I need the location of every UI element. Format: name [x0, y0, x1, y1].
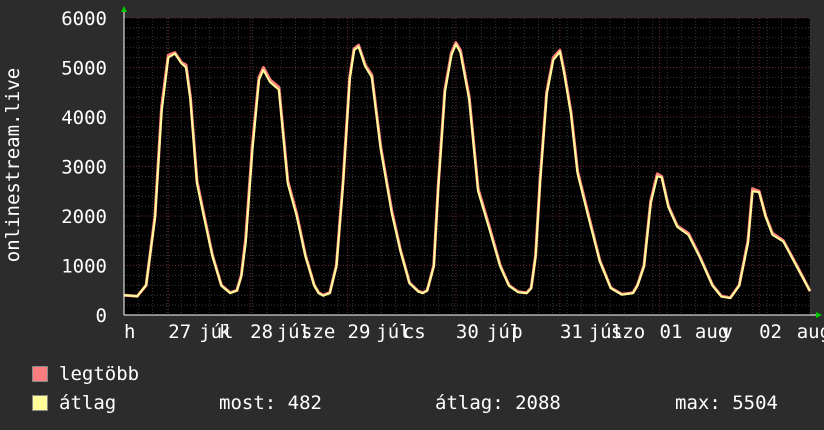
legend-label-atlag: átlag	[59, 392, 117, 414]
x-tick-label: sze	[301, 321, 335, 343]
legend-item-atlag: átlag	[32, 392, 232, 414]
x-tick-label: 28	[250, 321, 273, 343]
x-tick-label: aug	[797, 321, 824, 343]
x-tick-label: v	[721, 321, 732, 343]
x-tick-label: p	[511, 321, 522, 343]
y-axis-arrow	[121, 6, 127, 12]
legend-swatch-legtobb	[32, 366, 48, 382]
legend-swatch-atlag	[32, 395, 48, 411]
x-tick-label: 31	[560, 321, 583, 343]
stat-atlag: átlag: 2088	[435, 392, 561, 414]
y-tick-label: 0	[96, 305, 107, 327]
y-tick-label: 2000	[61, 206, 107, 228]
y-tick-label: 3000	[61, 157, 107, 179]
x-tick-label: szo	[611, 321, 645, 343]
y-tick-label: 5000	[61, 58, 107, 80]
legend-item-legtobb: legtöbb	[32, 363, 232, 385]
x-tick-label: 29	[348, 321, 371, 343]
x-tick-label: 01	[660, 321, 683, 343]
stat-max: max: 5504	[675, 392, 778, 414]
y-tick-label: 6000	[61, 8, 107, 30]
legend-label-legtobb: legtöbb	[59, 363, 140, 385]
x-tick-label: cs	[403, 321, 426, 343]
y-tick-label: 4000	[61, 107, 107, 129]
x-tick-label: k	[219, 321, 231, 343]
y-axis-title: onlinestream.live	[2, 68, 24, 262]
x-tick-label: 27	[168, 321, 191, 343]
y-tick-label: 1000	[61, 256, 107, 278]
x-tick-label: 02	[759, 321, 782, 343]
x-tick-label: 30	[456, 321, 479, 343]
stat-most: most: 482	[219, 392, 322, 414]
x-tick-label: h	[124, 321, 135, 343]
x-axis-arrow	[816, 312, 822, 318]
